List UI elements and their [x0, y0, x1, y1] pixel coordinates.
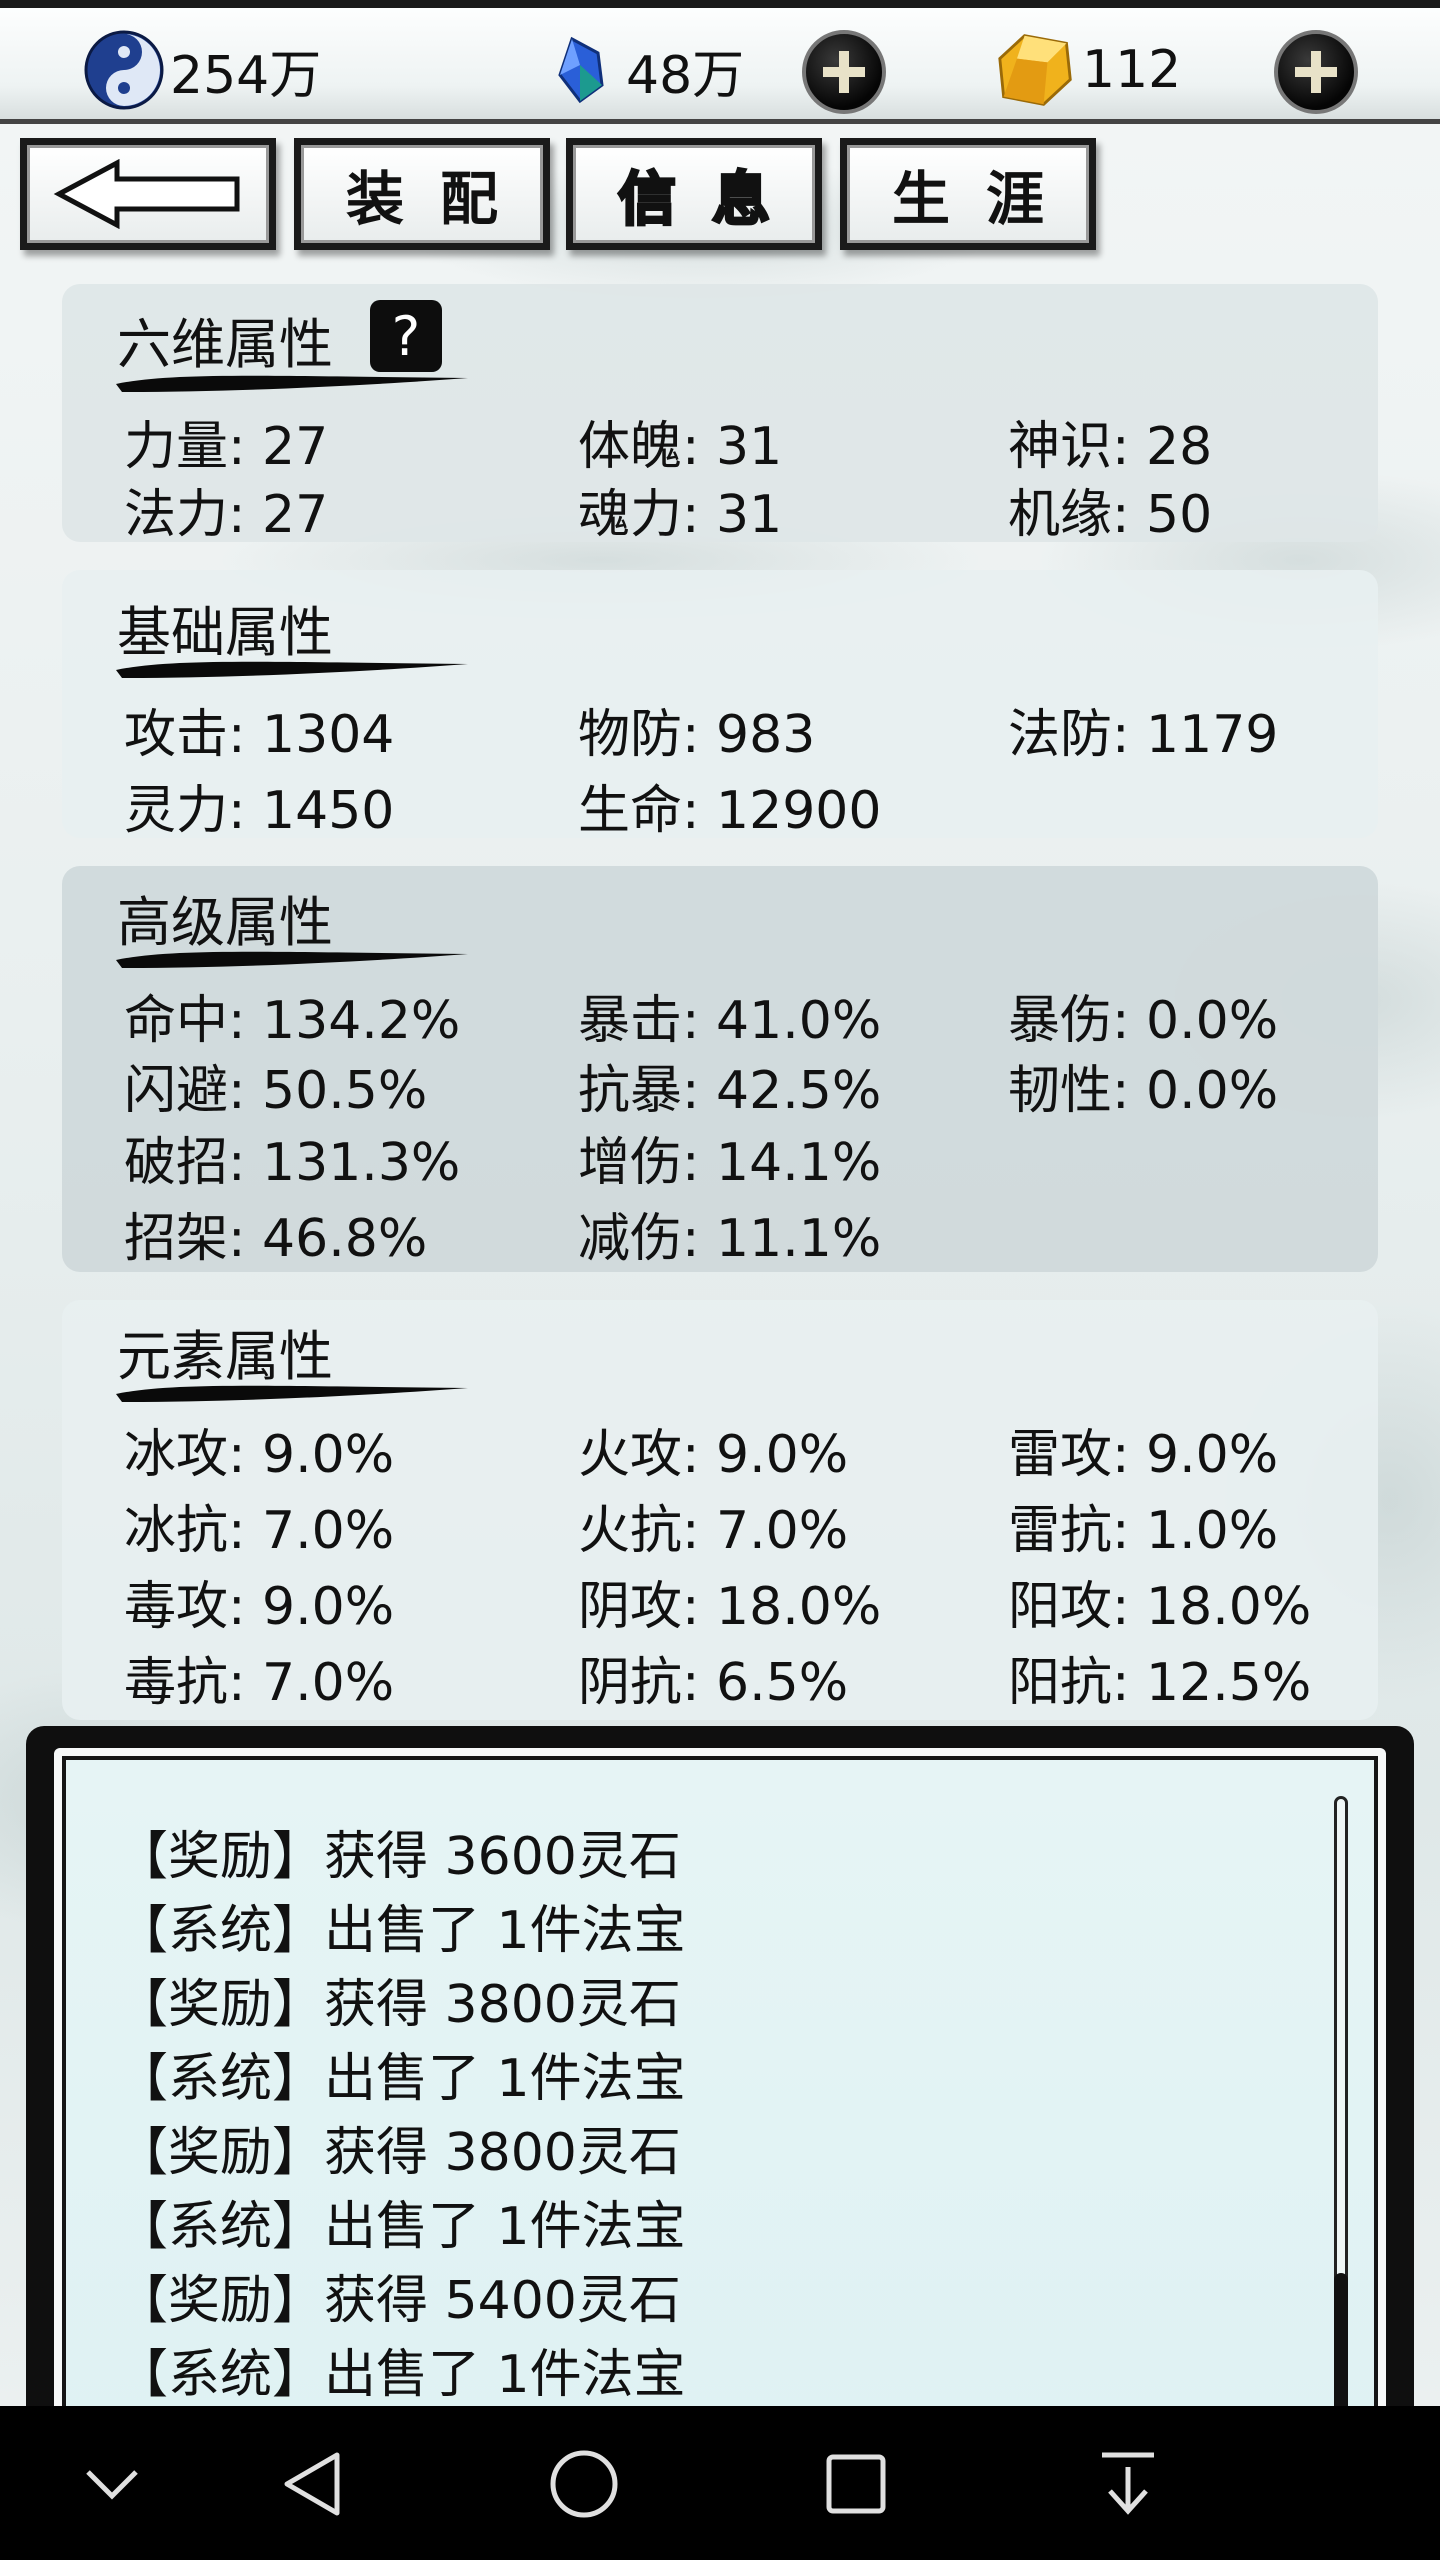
log-scrollbar[interactable] [1334, 1796, 1348, 2426]
log-line-partial: 【】 [116, 1784, 220, 1800]
add-gold-button[interactable] [1274, 30, 1358, 114]
tab-info-label: 信息 [573, 145, 815, 243]
back-triangle-icon[interactable] [272, 2444, 352, 2524]
stat-yang-res: 阳抗: 12.5% [1008, 1653, 1312, 1713]
stat-thunder-res: 雷抗: 1.0% [1008, 1501, 1279, 1561]
six-dim-panel: 六维属性 ? 力量: 27 体魄: 31 神识: 28 法力: 27 魂力: 3… [62, 284, 1378, 545]
stat-crit-dmg: 暴伤: 0.0% [1008, 991, 1279, 1051]
stat-strength: 力量: 27 [124, 417, 329, 477]
stat-yin-res: 阴抗: 6.5% [578, 1653, 849, 1713]
stat-dmg-reduce: 减伤: 11.1% [578, 1209, 882, 1269]
back-arrow-icon [53, 159, 240, 229]
home-circle-icon[interactable] [544, 2444, 624, 2524]
stat-phys-def: 物防: 983 [578, 705, 816, 765]
chevron-down-icon[interactable] [72, 2444, 152, 2524]
log-line: 【系统】出售了 1件法宝 [116, 2049, 686, 2109]
stat-physique: 体魄: 31 [578, 417, 783, 477]
stat-perception: 神识: 28 [1008, 417, 1213, 477]
tab-career-label: 生涯 [847, 145, 1089, 243]
tab-equip[interactable]: 装配 [294, 138, 550, 250]
recents-square-icon[interactable] [816, 2444, 896, 2524]
crystal-value: 48万 [626, 45, 745, 106]
plus-icon [1295, 51, 1337, 93]
log-frame: 【】 【奖励】获得 3600灵石 【系统】出售了 1件法宝 【奖励】获得 380… [26, 1726, 1414, 2426]
element-attr-panel: 元素属性 冰攻: 9.0% 火攻: 9.0% 雷攻: 9.0% 冰抗: 7.0%… [62, 1300, 1378, 1720]
add-crystal-button[interactable] [802, 30, 886, 114]
stat-tenacity: 韧性: 0.0% [1008, 1061, 1279, 1121]
currency-crystal: 48万 [540, 30, 744, 110]
log-line: 【系统】出售了 1件法宝 [116, 2197, 686, 2257]
stat-spirit: 灵力: 1450 [124, 781, 395, 841]
log-line: 【系统】出售了 1件法宝 [116, 1901, 686, 1961]
stat-crit-resist: 抗暴: 42.5% [578, 1061, 882, 1121]
yin-yang-icon [84, 30, 164, 110]
stat-fortune: 机缘: 50 [1008, 485, 1213, 545]
help-button[interactable]: ? [370, 300, 442, 372]
stat-ice-res: 冰抗: 7.0% [124, 1501, 395, 1561]
base-attr-panel: 基础属性 攻击: 1304 物防: 983 法防: 1179 灵力: 1450 … [62, 570, 1378, 841]
cultivation-value: 254万 [170, 45, 322, 106]
system-nav-bar [0, 2406, 1440, 2560]
stat-dmg-bonus: 增伤: 14.1% [578, 1133, 882, 1193]
stat-ice-atk: 冰攻: 9.0% [124, 1425, 395, 1485]
log-line: 【奖励】获得 3600灵石 [116, 1827, 681, 1887]
gold-value: 112 [1082, 40, 1182, 100]
log-line: 【奖励】获得 5400灵石 [116, 2271, 681, 2331]
stat-accuracy: 命中: 134.2% [124, 991, 461, 1051]
back-button[interactable] [20, 138, 276, 250]
plus-icon [823, 51, 865, 93]
currency-gold: 112 [996, 30, 1181, 110]
stat-yang-atk: 阳攻: 18.0% [1008, 1577, 1312, 1637]
currency-bar: 254万 48万 112 [0, 0, 1440, 124]
brush-stroke-decoration [116, 661, 468, 678]
stat-parry: 招架: 46.8% [124, 1209, 428, 1269]
stat-attack: 攻击: 1304 [124, 705, 395, 765]
stat-poison-res: 毒抗: 7.0% [124, 1653, 395, 1713]
tab-info[interactable]: 信息 [566, 138, 822, 250]
log-line: 【奖励】获得 3800灵石 [116, 2123, 681, 2183]
download-icon[interactable] [1088, 2444, 1168, 2524]
stat-break: 破招: 131.3% [124, 1133, 461, 1193]
stat-poison-atk: 毒攻: 9.0% [124, 1577, 395, 1637]
gold-ingot-icon [996, 30, 1076, 110]
brush-stroke-decoration [116, 951, 468, 968]
stat-yin-atk: 阴攻: 18.0% [578, 1577, 882, 1637]
stat-crit: 暴击: 41.0% [578, 991, 882, 1051]
stat-soul: 魂力: 31 [578, 485, 783, 545]
stat-dodge: 闪避: 50.5% [124, 1061, 428, 1121]
spirit-crystal-icon [540, 30, 620, 110]
stat-fire-atk: 火攻: 9.0% [578, 1425, 849, 1485]
stat-hp: 生命: 12900 [578, 781, 882, 841]
stat-magic-def: 法防: 1179 [1008, 705, 1279, 765]
tab-equip-label: 装配 [301, 145, 543, 243]
log-line: 【系统】出售了 1件法宝 [116, 2345, 686, 2405]
log-frame-inner: 【】 【奖励】获得 3600灵石 【系统】出售了 1件法宝 【奖励】获得 380… [54, 1748, 1386, 2426]
stat-thunder-atk: 雷攻: 9.0% [1008, 1425, 1279, 1485]
stat-mana: 法力: 27 [124, 485, 329, 545]
tab-career[interactable]: 生涯 [840, 138, 1096, 250]
currency-cultivation: 254万 [84, 30, 321, 110]
message-log[interactable]: 【】 【奖励】获得 3600灵石 【系统】出售了 1件法宝 【奖励】获得 380… [62, 1756, 1378, 2426]
log-line: 【奖励】获得 3800灵石 [116, 1975, 681, 2035]
log-scroll-thumb[interactable] [1334, 2273, 1348, 2426]
advanced-attr-panel: 高级属性 命中: 134.2% 暴击: 41.0% 暴伤: 0.0% 闪避: 5… [62, 866, 1378, 1272]
stat-fire-res: 火抗: 7.0% [578, 1501, 849, 1561]
brush-stroke-decoration [116, 1385, 468, 1402]
